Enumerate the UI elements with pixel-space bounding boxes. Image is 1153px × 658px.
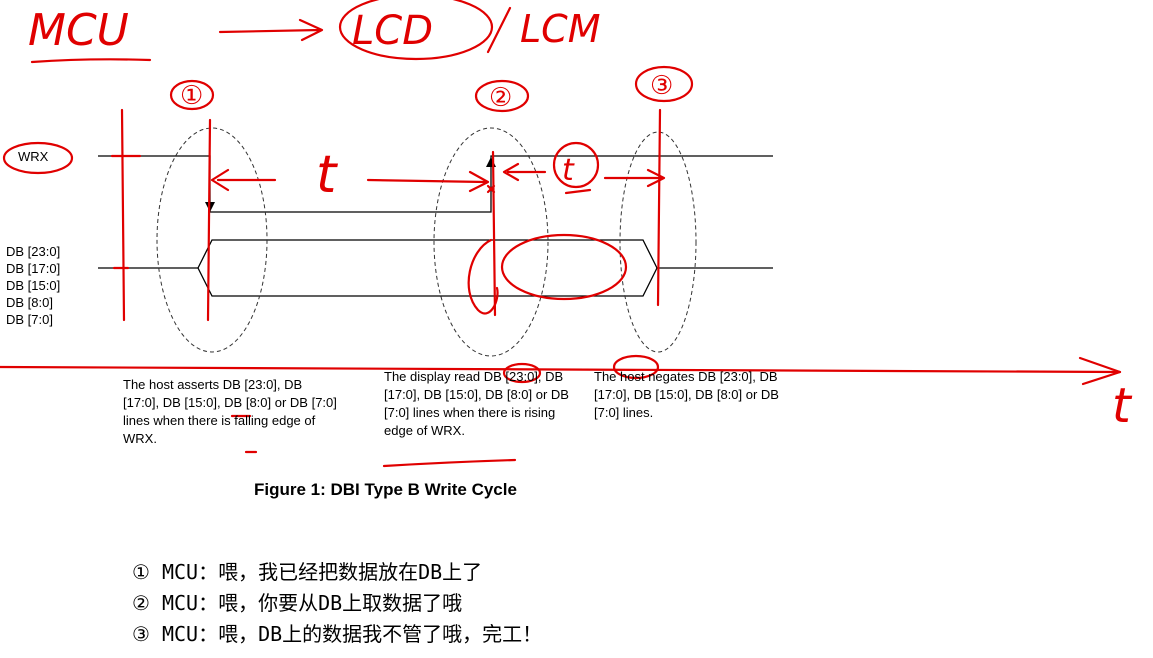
t-prime-arrow-right [603,168,666,188]
db-7-label: DB [7:0] [6,312,53,327]
header-arrow [218,18,324,42]
timing-diagram: MCU LCD LCM ① ② ③ t t t [0,0,1133,468]
db-read-ellipse [500,233,628,301]
caption-host-negates: The host negates DB [23:0], DB [17:0], D… [594,369,779,420]
wrx-label: WRX [18,149,49,164]
marker-1-text: ① [180,81,203,111]
red-vertical-3 [491,150,497,317]
t-arrow-left [210,168,277,192]
t-prime-circle [552,141,600,189]
time-axis-t-text: t [1112,378,1133,434]
caption-display-reads: The display read DB [23:0], DB [17:0], D… [384,369,569,438]
notes-list: ① MCU：喂，我已经把数据放在DB上了 ② MCU：喂，你要从DB上取数据了哦… [132,557,542,650]
db-bus-bottom [197,267,658,297]
caption-2-wrx-underline [382,458,517,468]
wrx-rising-arrow [486,157,496,167]
db-8-label: DB [8:0] [6,295,53,310]
t-arrow-right [366,170,490,193]
db-23-label: DB [23:0] [6,244,61,259]
diagram-stage: MCU LCD LCM ① ② ③ t t t WRX DB [23:0] DB… [0,0,1153,653]
mcu-underline [30,58,152,64]
time-t-text: t [316,145,338,205]
caption-host-asserts: The host asserts DB [23:0], DB [17:0], D… [123,377,337,446]
db-17-label: DB [17:0] [6,261,61,276]
db-15-label: DB [15:0] [6,278,61,293]
note-2: ② MCU：喂，你要从DB上取数据了哦 [132,591,463,615]
header-lcm-text: LCM [520,7,601,51]
wrx-waveform [98,155,773,213]
time-t-prime-text: t [562,153,575,188]
figure-title: Figure 1: DBI Type B Write Cycle [254,480,517,499]
t-prime-arrow-left [502,162,547,182]
red-vertical-1 [120,108,126,322]
note-3: ③ MCU：喂，DB上的数据我不管了哦，完工！ [132,622,543,646]
marker-2-text: ② [489,83,512,113]
t-prime-underline [564,188,592,195]
marker-3-text: ③ [650,71,673,101]
note-1: ① MCU：喂，我已经把数据放在DB上了 [132,560,483,584]
red-vertical-4 [656,108,662,307]
header-mcu-text: MCU [28,5,129,56]
header-lcd-text: LCD [352,8,433,54]
